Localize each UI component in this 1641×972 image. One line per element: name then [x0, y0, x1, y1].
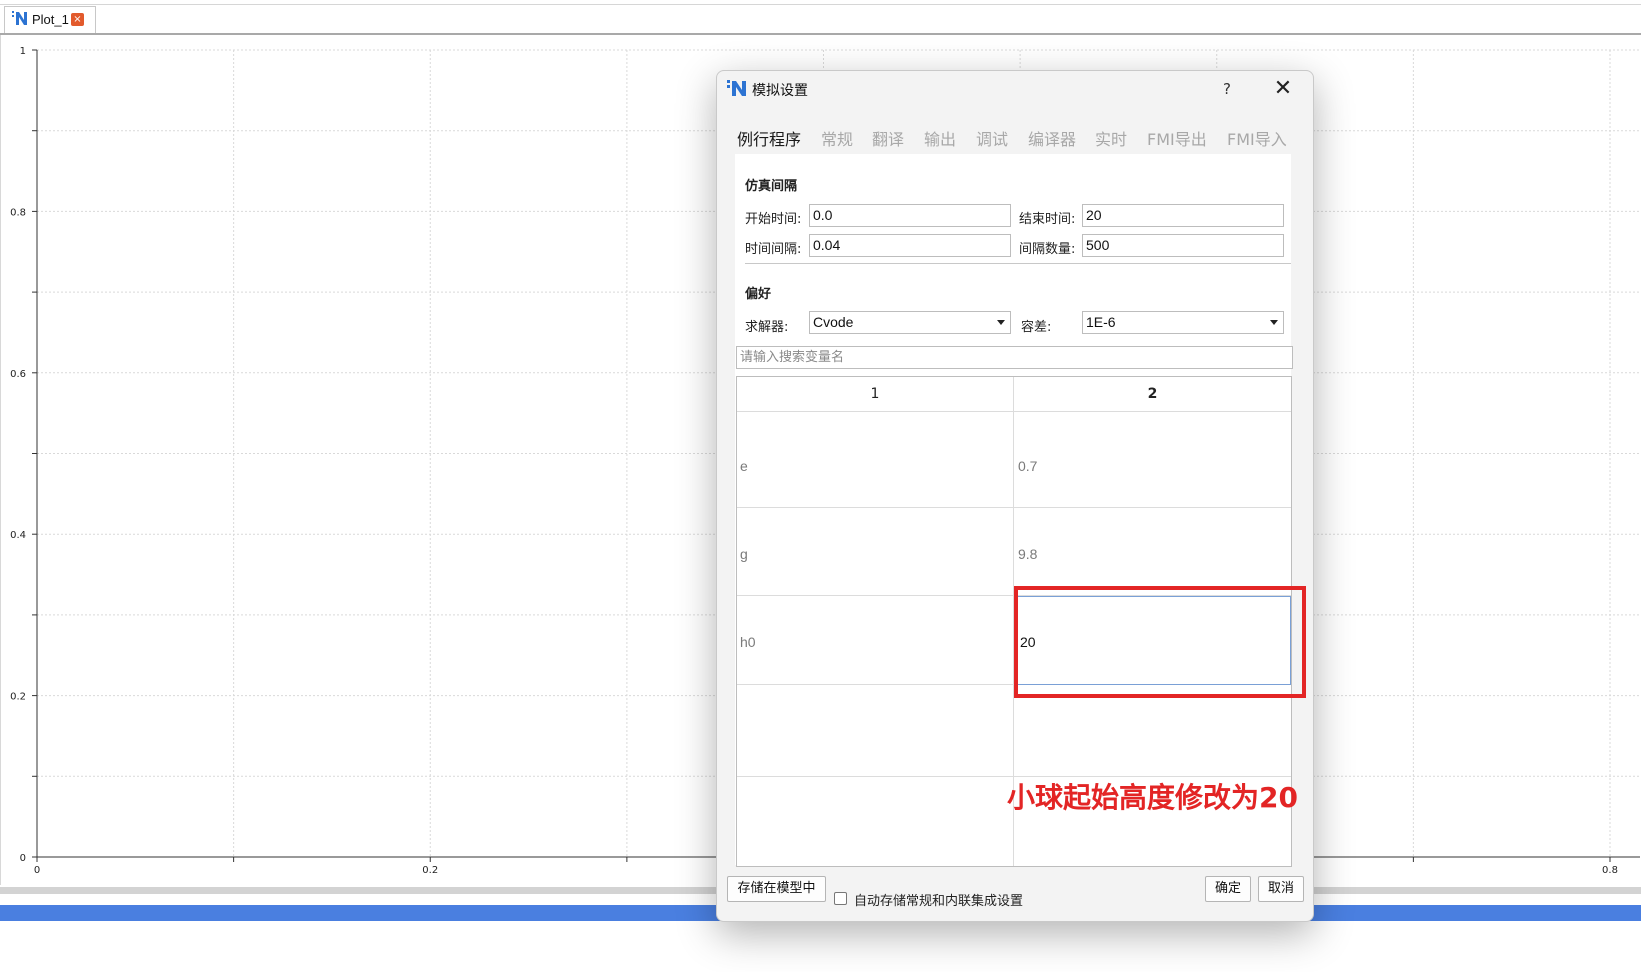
cancel-button[interactable]: 取消: [1258, 876, 1304, 902]
variable-search-input[interactable]: 请输入搜索变量名: [736, 346, 1293, 369]
question-mark-icon[interactable]: ?: [1214, 78, 1240, 100]
tab-output[interactable]: 输出: [924, 126, 956, 150]
store-in-model-button[interactable]: 存储在模型中: [727, 876, 826, 902]
time-step-label: 时间间隔:: [745, 242, 802, 257]
table-header-col-2[interactable]: 2: [1014, 377, 1291, 412]
table-cell-name[interactable]: h0: [740, 634, 756, 650]
tab-debug[interactable]: 调试: [976, 126, 1008, 150]
y-tick-label: 0.6: [10, 369, 26, 380]
tab-realtime[interactable]: 实时: [1095, 126, 1127, 150]
dialog-title: 模拟设置: [752, 83, 808, 99]
top-divider: [0, 4, 1641, 5]
preferences-section-title: 偏好: [745, 287, 772, 302]
section-divider: [745, 263, 1291, 264]
y-tick-label: 0.8: [10, 207, 26, 218]
y-tick-label: 1: [20, 46, 26, 57]
tab-translation[interactable]: 翻译: [872, 126, 904, 150]
interval-section-title: 仿真间隔: [745, 179, 798, 194]
chevron-down-icon: [997, 320, 1005, 325]
y-tick-label: 0.2: [10, 692, 26, 703]
tolerance-select[interactable]: 1E-6: [1082, 311, 1284, 334]
auto-store-label: 自动存储常规和内联集成设置: [854, 894, 1024, 909]
tolerance-label: 容差:: [1021, 320, 1052, 335]
tolerance-select-value: 1E-6: [1086, 314, 1116, 330]
end-time-field[interactable]: 20: [1082, 204, 1284, 227]
solver-label: 求解器:: [745, 320, 789, 335]
tab-compiler[interactable]: 编译器: [1028, 126, 1076, 150]
interval-count-label: 间隔数量:: [1019, 242, 1076, 257]
y-tick-label: 0.4: [10, 530, 26, 541]
x-tick-label: 0.8: [1602, 865, 1618, 876]
tab-general[interactable]: 常规: [821, 126, 853, 150]
close-icon[interactable]: ✕: [1268, 76, 1298, 102]
tab-fmi-import[interactable]: FMI导入: [1227, 126, 1287, 150]
table-header-col-1[interactable]: 1: [737, 377, 1013, 412]
app-n-logo-icon: [12, 11, 27, 25]
table-cell-name[interactable]: g: [740, 546, 748, 562]
tab-plot-label: Plot_1: [32, 12, 69, 27]
table-cell-value[interactable]: 9.8: [1018, 546, 1037, 562]
auto-store-checkbox[interactable]: [834, 892, 847, 905]
annotation-highlight-box: [1014, 586, 1306, 698]
solver-select[interactable]: Cvode: [809, 311, 1011, 334]
solver-select-value: Cvode: [813, 314, 854, 330]
annotation-text: 小球起始高度修改为20: [1007, 781, 1298, 814]
app-n-logo-icon: [727, 80, 746, 96]
y-tick-label: 0: [20, 853, 26, 864]
x-tick-label: 0: [34, 865, 40, 876]
ok-button[interactable]: 确定: [1205, 876, 1251, 902]
close-x-icon[interactable]: ×: [71, 13, 84, 26]
x-tick-label: 0.2: [422, 865, 438, 876]
table-cell-name[interactable]: e: [740, 458, 748, 474]
end-time-label: 结束时间:: [1019, 212, 1076, 227]
tab-routine[interactable]: 例行程序: [737, 126, 801, 150]
interval-count-field[interactable]: 500: [1082, 234, 1284, 257]
table-cell-value[interactable]: 0.7: [1018, 458, 1037, 474]
time-step-field[interactable]: 0.04: [809, 234, 1011, 257]
start-time-field[interactable]: 0.0: [809, 204, 1011, 227]
document-tab-bar: [0, 0, 1641, 36]
chevron-down-icon: [1270, 320, 1278, 325]
start-time-label: 开始时间:: [745, 212, 802, 227]
table-row-divider: [737, 507, 1291, 508]
tab-fmi-export[interactable]: FMI导出: [1147, 126, 1207, 150]
